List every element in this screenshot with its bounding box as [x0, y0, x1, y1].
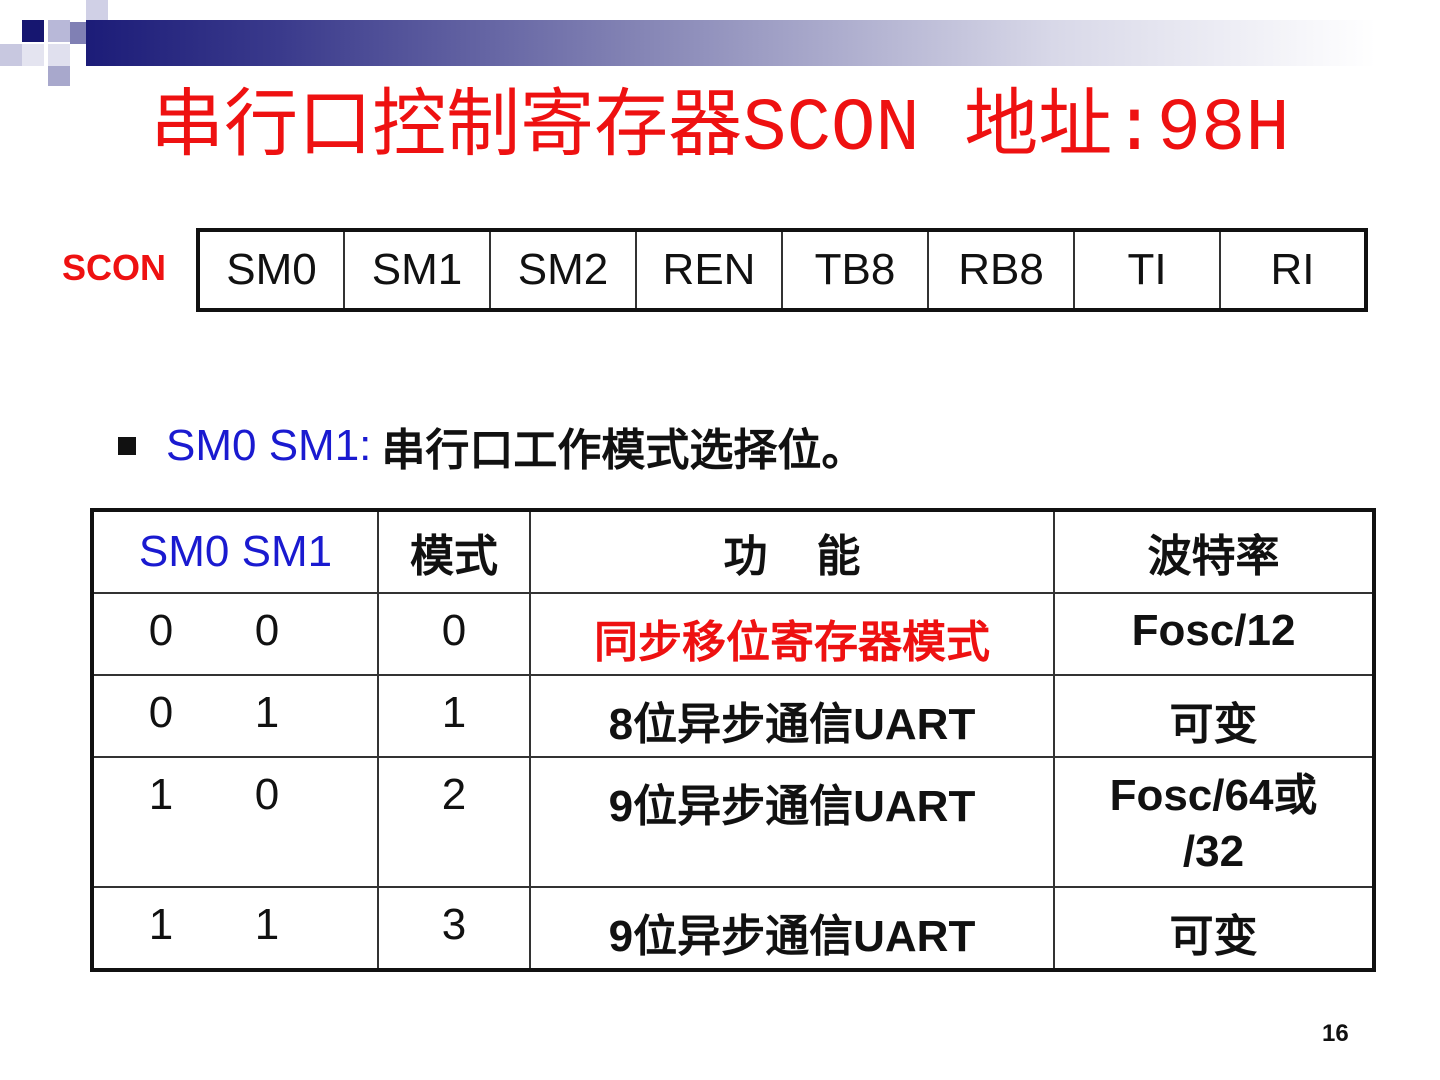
function-cell: 同步移位寄存器模式 — [529, 592, 1055, 676]
baud-value: 可变 — [1169, 912, 1258, 961]
decor-square — [86, 0, 108, 20]
table-row: 1 1 3 9位异步通信UART 可变 — [91, 886, 1375, 971]
mode-cell: 3 — [377, 886, 531, 971]
sm-bits-cell: 0 1 — [91, 674, 379, 758]
header-band — [86, 20, 1376, 66]
mode-value: 2 — [441, 770, 467, 819]
mode-value: 1 — [441, 688, 467, 737]
sm1-value: 1 — [254, 688, 280, 737]
baud-value: Fosc/64或 — [1109, 771, 1318, 820]
function-cell: 9位异步通信UART — [529, 756, 1055, 888]
sm1-value: 0 — [254, 606, 280, 655]
function-value: 9位异步通信UART — [608, 782, 976, 831]
sm0-value: 0 — [148, 688, 174, 737]
register-bit: SM2 — [489, 229, 637, 311]
sm-bits-cell: 0 0 — [91, 592, 379, 676]
slide-title: 串行口控制寄存器SCON 地址:98H — [150, 88, 1290, 172]
baud-value: Fosc/12 — [1131, 606, 1296, 655]
decor-square — [48, 20, 70, 42]
register-label: SCON — [62, 247, 167, 288]
table-row: 1 0 2 9位异步通信UART Fosc/64或 /32 — [91, 756, 1375, 888]
column-header: 模式 — [377, 509, 531, 594]
page-number: 16 — [1322, 1020, 1349, 1047]
table-row: 0 0 0 同步移位寄存器模式 Fosc/12 — [91, 592, 1375, 676]
bullet-description: 串行口工作模式选择位。 — [381, 426, 866, 475]
function-cell: 8位异步通信UART — [529, 674, 1055, 758]
sm1-value: 1 — [254, 900, 280, 949]
sm-bits-cell: 1 1 — [91, 886, 379, 971]
decor-square — [22, 44, 44, 66]
baud-cell: 可变 — [1053, 886, 1375, 971]
sm0-value: 1 — [148, 900, 174, 949]
table-row: 0 1 1 8位异步通信UART 可变 — [91, 674, 1375, 758]
baud-value: 可变 — [1169, 700, 1258, 749]
decor-square — [0, 44, 22, 66]
bullet-item: SM0 SM1: 串行口工作模式选择位。 — [118, 418, 865, 475]
decor-square — [22, 20, 44, 42]
decor-square — [48, 66, 70, 86]
register-bit: REN — [635, 229, 783, 311]
sm1-value: 0 — [254, 770, 280, 819]
function-value: 同步移位寄存器模式 — [594, 618, 990, 667]
baud-cell: Fosc/12 — [1053, 592, 1375, 676]
register-bit: SM1 — [343, 229, 491, 311]
mode-cell: 1 — [377, 674, 531, 758]
bullet-square-icon — [118, 437, 136, 455]
decor-square — [48, 44, 70, 66]
sm0-value: 1 — [148, 770, 174, 819]
baud-value-line2: /32 — [1182, 827, 1245, 876]
column-header: 波特率 — [1053, 509, 1375, 594]
mode-value: 3 — [441, 900, 467, 949]
function-value: 9位异步通信UART — [608, 912, 976, 961]
bullet-field-name: SM0 SM1: — [166, 421, 372, 470]
register-bit: RB8 — [927, 229, 1075, 311]
mode-cell: 0 — [377, 592, 531, 676]
column-header: 功 能 — [529, 509, 1055, 594]
register-bit: TI — [1073, 229, 1221, 311]
function-cell: 9位异步通信UART — [529, 886, 1055, 971]
baud-cell: 可变 — [1053, 674, 1375, 758]
register-bit: TB8 — [781, 229, 929, 311]
baud-cell: Fosc/64或 /32 — [1053, 756, 1375, 888]
decor-square — [70, 22, 86, 44]
register-bit: RI — [1219, 229, 1367, 311]
table-header-row: SM0 SM1 模式 功 能 波特率 — [91, 509, 1375, 594]
sm-bits-cell: 1 0 — [91, 756, 379, 888]
mode-table: SM0 SM1 模式 功 能 波特率 0 0 0 同步移位寄存器模式 Fosc/… — [90, 508, 1376, 972]
register-bit: SM0 — [197, 229, 345, 311]
register-bits-table: SM0 SM1 SM2 REN TB8 RB8 TI RI — [196, 228, 1368, 312]
mode-value: 0 — [441, 606, 467, 655]
mode-cell: 2 — [377, 756, 531, 888]
function-value: 8位异步通信UART — [608, 700, 976, 749]
column-header: SM0 SM1 — [91, 509, 379, 594]
sm0-value: 0 — [148, 606, 174, 655]
